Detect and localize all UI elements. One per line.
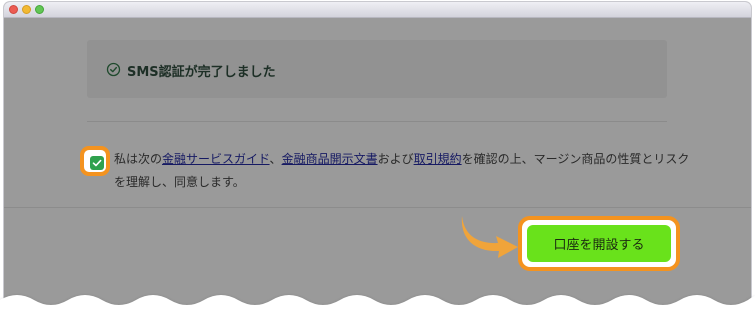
- checkmark-icon: [92, 159, 102, 167]
- cta-highlight: 口座を開設する: [518, 216, 680, 271]
- agreement-separator: 、: [269, 152, 282, 166]
- section-divider: [4, 207, 751, 208]
- close-window-button[interactable]: [9, 5, 18, 14]
- agreement-and: および: [377, 152, 414, 166]
- financial-service-guide-link[interactable]: 金融サービスガイド: [162, 152, 270, 166]
- zoom-window-button[interactable]: [35, 5, 44, 14]
- sms-verified-text: SMS認証が完了しました: [127, 65, 276, 80]
- agreement-prefix: 私は次の: [114, 152, 163, 166]
- torn-edge-decoration: [0, 295, 755, 326]
- sms-verified-notice: SMS認証が完了しました: [87, 40, 667, 98]
- open-account-button[interactable]: 口座を開設する: [527, 225, 671, 262]
- product-disclosure-link[interactable]: 金融商品開示文書: [282, 152, 378, 166]
- page-content: SMS認証が完了しました 私は次の金融サービスガイド、金融商品開示文書および取引…: [4, 18, 751, 320]
- minimize-window-button[interactable]: [22, 5, 31, 14]
- checkbox-highlight: [80, 146, 110, 176]
- title-bar: [4, 2, 751, 18]
- agree-checkbox[interactable]: [90, 156, 104, 170]
- trading-terms-link[interactable]: 取引規約: [414, 152, 462, 166]
- divider: [87, 121, 667, 122]
- check-circle-icon: [106, 62, 121, 77]
- pointer-arrow-icon: [461, 216, 518, 258]
- agreement-text: 私は次の金融サービスガイド、金融商品開示文書および取引規約を確認の上、マージン商…: [114, 148, 699, 194]
- browser-window: SMS認証が完了しました 私は次の金融サービスガイド、金融商品開示文書および取引…: [4, 2, 751, 320]
